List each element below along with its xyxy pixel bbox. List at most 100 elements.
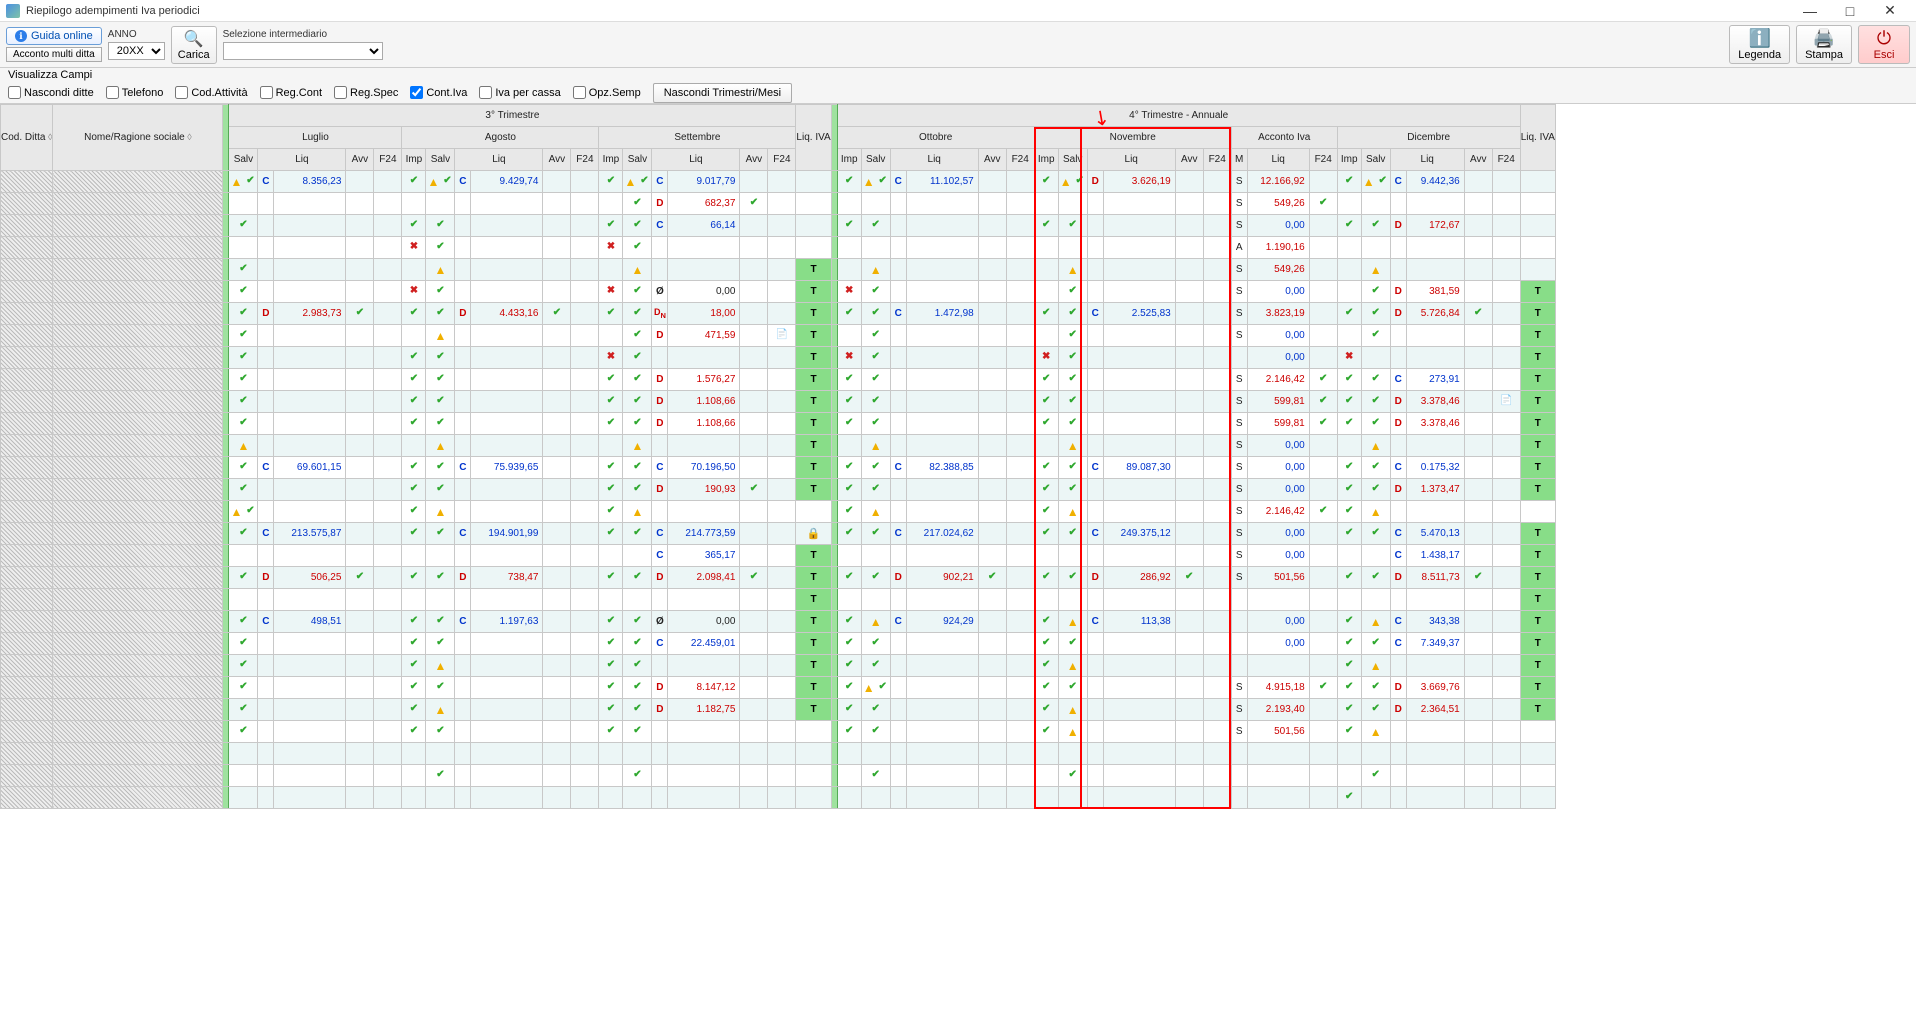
table-row[interactable]: xxxxxxxxxxxxxxxxxxxxxxxØ0,00TS0,00D381,5… bbox=[1, 281, 1556, 303]
table-row[interactable]: xxxxxxxxxxxxxxxxxxxxxxxC66,14S0,00D172,6… bbox=[1, 215, 1556, 237]
esci-button[interactable]: ⏻Esci bbox=[1858, 25, 1910, 64]
legenda-button[interactable]: ℹ️Legenda bbox=[1729, 25, 1790, 64]
ragione-sociale-cell: xxxxxxxxxxxxxxxxxx bbox=[53, 501, 223, 523]
table-row[interactable]: xxxxxxxxxxxxxxxxxxxxxxxTT bbox=[1, 655, 1556, 677]
nascondi-trimestri-button[interactable]: Nascondi Trimestri/Mesi bbox=[653, 83, 792, 103]
anno-select[interactable]: 20XX bbox=[108, 42, 165, 60]
cod-ditta-cell: xxxxx bbox=[1, 303, 53, 325]
carica-button[interactable]: 🔍 Carica bbox=[171, 26, 217, 64]
ragione-sociale-cell: xxxxxxxxxxxxxxxxxx bbox=[53, 567, 223, 589]
cod-ditta-cell: xxxxx bbox=[1, 171, 53, 193]
cod-ditta-cell: xxxxx bbox=[1, 479, 53, 501]
chk-reg-spec[interactable]: Reg.Spec bbox=[334, 86, 398, 99]
cod-ditta-cell: xxxxx bbox=[1, 743, 53, 765]
stampa-button[interactable]: 🖨️Stampa bbox=[1796, 25, 1852, 64]
chk-nascondi-ditte[interactable]: Nascondi ditte bbox=[8, 86, 94, 99]
hdr-settembre: Settembre bbox=[599, 127, 796, 149]
table-row[interactable]: xxxxxxxxxxxxxxxxxxxxxxxD1.182,75TS2.193,… bbox=[1, 699, 1556, 721]
table-row[interactable]: xxxxxxxxxxxxxxxxxxxxxxxD8.147,12TS4.915,… bbox=[1, 677, 1556, 699]
cod-ditta-cell: xxxxx bbox=[1, 391, 53, 413]
cod-ditta-cell: xxxxx bbox=[1, 413, 53, 435]
table-row[interactable]: xxxxxxxxxxxxxxxxxxxxxxxC365,17TS0,00C1.4… bbox=[1, 545, 1556, 567]
ragione-sociale-cell: xxxxxxxxxxxxxxxxxx bbox=[53, 193, 223, 215]
ragione-sociale-cell: xxxxxxxxxxxxxxxxxx bbox=[53, 721, 223, 743]
table-row[interactable]: xxxxxxxxxxxxxxxxxxxxxxxC8.356,23C9.429,7… bbox=[1, 171, 1556, 193]
table-row[interactable]: xxxxxxxxxxxxxxxxxxxxxxxS501,56 bbox=[1, 721, 1556, 743]
table-row[interactable]: xxxxxxxxxxxxxxxxxxxxxxxC69.601,15C75.939… bbox=[1, 457, 1556, 479]
cod-ditta-cell: xxxxx bbox=[1, 545, 53, 567]
table-row[interactable]: xxxxxxxxxxxxxxxxxxxxxxxD506,25D738,47D2.… bbox=[1, 567, 1556, 589]
ragione-sociale-cell: xxxxxxxxxxxxxxxxxx bbox=[53, 611, 223, 633]
cod-ditta-cell: xxxxx bbox=[1, 699, 53, 721]
chk-iva-cassa[interactable]: Iva per cassa bbox=[479, 86, 560, 99]
cod-ditta-cell: xxxxx bbox=[1, 589, 53, 611]
table-row[interactable]: xxxxxxxxxxxxxxxxxxxxxxxD1.108,66TS599,81… bbox=[1, 413, 1556, 435]
titlebar: Riepilogo adempimenti Iva periodici — □ … bbox=[0, 0, 1916, 22]
filters-title: Visualizza Campi bbox=[8, 69, 92, 81]
chk-reg-cont[interactable]: Reg.Cont bbox=[260, 86, 322, 99]
table-row[interactable]: xxxxxxxxxxxxxxxxxxxxxxxD1.108,66TS599,81… bbox=[1, 391, 1556, 413]
minimize-button[interactable]: — bbox=[1790, 0, 1830, 22]
col-nome[interactable]: Nome/Ragione sociale bbox=[84, 132, 192, 143]
table-row[interactable]: xxxxxxxxxxxxxxxxxxxxxxxC498,51C1.197,63Ø… bbox=[1, 611, 1556, 633]
col-cod-ditta[interactable]: Cod. Ditta bbox=[1, 132, 52, 143]
ragione-sociale-cell: xxxxxxxxxxxxxxxxxx bbox=[53, 171, 223, 193]
chk-telefono[interactable]: Telefono bbox=[106, 86, 164, 99]
cod-ditta-cell: xxxxx bbox=[1, 281, 53, 303]
ragione-sociale-cell: xxxxxxxxxxxxxxxxxx bbox=[53, 457, 223, 479]
guide-button[interactable]: Guida online bbox=[6, 27, 102, 45]
table-row[interactable]: xxxxxxxxxxxxxxxxxxxxxxxA1.190,16 bbox=[1, 237, 1556, 259]
table-row[interactable]: xxxxxxxxxxxxxxxxxxxxxxxD682,37S549,26 bbox=[1, 193, 1556, 215]
table-row[interactable]: xxxxxxxxxxxxxxxxxxxxxxxT0,00T bbox=[1, 347, 1556, 369]
table-row[interactable]: xxxxxxxxxxxxxxxxxxxxxxxD471,59TS0,00T bbox=[1, 325, 1556, 347]
table-row[interactable]: xxxxxxxxxxxxxxxxxxxxxxxTS0,00T bbox=[1, 435, 1556, 457]
hdr-acconto: Acconto Iva bbox=[1231, 127, 1337, 149]
intermediario-label: Selezione intermediario bbox=[223, 29, 328, 40]
ragione-sociale-cell: xxxxxxxxxxxxxxxxxx bbox=[53, 545, 223, 567]
acconto-multi-button[interactable]: Acconto multi ditta bbox=[6, 47, 102, 62]
ragione-sociale-cell: xxxxxxxxxxxxxxxxxx bbox=[53, 215, 223, 237]
table-row[interactable]: xxxxxxxxxxxxxxxxxxxxxxx bbox=[1, 743, 1556, 765]
table-row[interactable]: xxxxxxxxxxxxxxxxxxxxxxxD190,93TS0,00D1.3… bbox=[1, 479, 1556, 501]
table-row[interactable]: xxxxxxxxxxxxxxxxxxxxxxxC22.459,01T0,00C7… bbox=[1, 633, 1556, 655]
ragione-sociale-cell: xxxxxxxxxxxxxxxxxx bbox=[53, 303, 223, 325]
exit-icon: ⏻ bbox=[1877, 28, 1891, 49]
table-row[interactable]: xxxxxxxxxxxxxxxxxxxxxxxTT bbox=[1, 589, 1556, 611]
table-row[interactable]: xxxxxxxxxxxxxxxxxxxxxxx bbox=[1, 787, 1556, 809]
intermediario-select[interactable] bbox=[223, 42, 383, 60]
close-button[interactable]: ✕ bbox=[1870, 0, 1910, 22]
ragione-sociale-cell: xxxxxxxxxxxxxxxxxx bbox=[53, 523, 223, 545]
grid-container[interactable]: Cod. Ditta Nome/Ragione sociale 3° Trime… bbox=[0, 104, 1916, 1034]
ragione-sociale-cell: xxxxxxxxxxxxxxxxxx bbox=[53, 391, 223, 413]
ragione-sociale-cell: xxxxxxxxxxxxxxxxxx bbox=[53, 435, 223, 457]
table-row[interactable]: xxxxxxxxxxxxxxxxxxxxxxxD1.576,27TS2.146,… bbox=[1, 369, 1556, 391]
maximize-button[interactable]: □ bbox=[1830, 0, 1870, 22]
table-row[interactable]: xxxxxxxxxxxxxxxxxxxxxxxD2.983,73D4.433,1… bbox=[1, 303, 1556, 325]
cod-ditta-cell: xxxxx bbox=[1, 677, 53, 699]
ragione-sociale-cell: xxxxxxxxxxxxxxxxxx bbox=[53, 765, 223, 787]
table-row[interactable]: xxxxxxxxxxxxxxxxxxxxxxxC213.575,87C194.9… bbox=[1, 523, 1556, 545]
table-row[interactable]: xxxxxxxxxxxxxxxxxxxxxxxS2.146,42 bbox=[1, 501, 1556, 523]
ragione-sociale-cell: xxxxxxxxxxxxxxxxxx bbox=[53, 655, 223, 677]
hdr-dicembre: Dicembre bbox=[1337, 127, 1520, 149]
cod-ditta-cell: xxxxx bbox=[1, 765, 53, 787]
ragione-sociale-cell: xxxxxxxxxxxxxxxxxx bbox=[53, 325, 223, 347]
data-grid[interactable]: Cod. Ditta Nome/Ragione sociale 3° Trime… bbox=[0, 104, 1556, 809]
cod-ditta-cell: xxxxx bbox=[1, 611, 53, 633]
table-row[interactable]: xxxxxxxxxxxxxxxxxxxxxxx bbox=[1, 765, 1556, 787]
hdr-agosto: Agosto bbox=[402, 127, 599, 149]
chk-opz-semp[interactable]: Opz.Semp bbox=[573, 86, 641, 99]
print-icon: 🖨️ bbox=[1813, 28, 1835, 49]
chk-cont-iva[interactable]: Cont.Iva bbox=[410, 86, 467, 99]
chk-cod-attivita[interactable]: Cod.Attività bbox=[175, 86, 247, 99]
table-row[interactable]: xxxxxxxxxxxxxxxxxxxxxxxTS549,26 bbox=[1, 259, 1556, 281]
cod-ditta-cell: xxxxx bbox=[1, 787, 53, 809]
cod-ditta-cell: xxxxx bbox=[1, 501, 53, 523]
cod-ditta-cell: xxxxx bbox=[1, 721, 53, 743]
ragione-sociale-cell: xxxxxxxxxxxxxxxxxx bbox=[53, 589, 223, 611]
hdr-novembre: Novembre bbox=[1034, 127, 1231, 149]
ragione-sociale-cell: xxxxxxxxxxxxxxxxxx bbox=[53, 259, 223, 281]
hdr-t3: 3° Trimestre bbox=[229, 105, 796, 127]
cod-ditta-cell: xxxxx bbox=[1, 633, 53, 655]
cod-ditta-cell: xxxxx bbox=[1, 259, 53, 281]
